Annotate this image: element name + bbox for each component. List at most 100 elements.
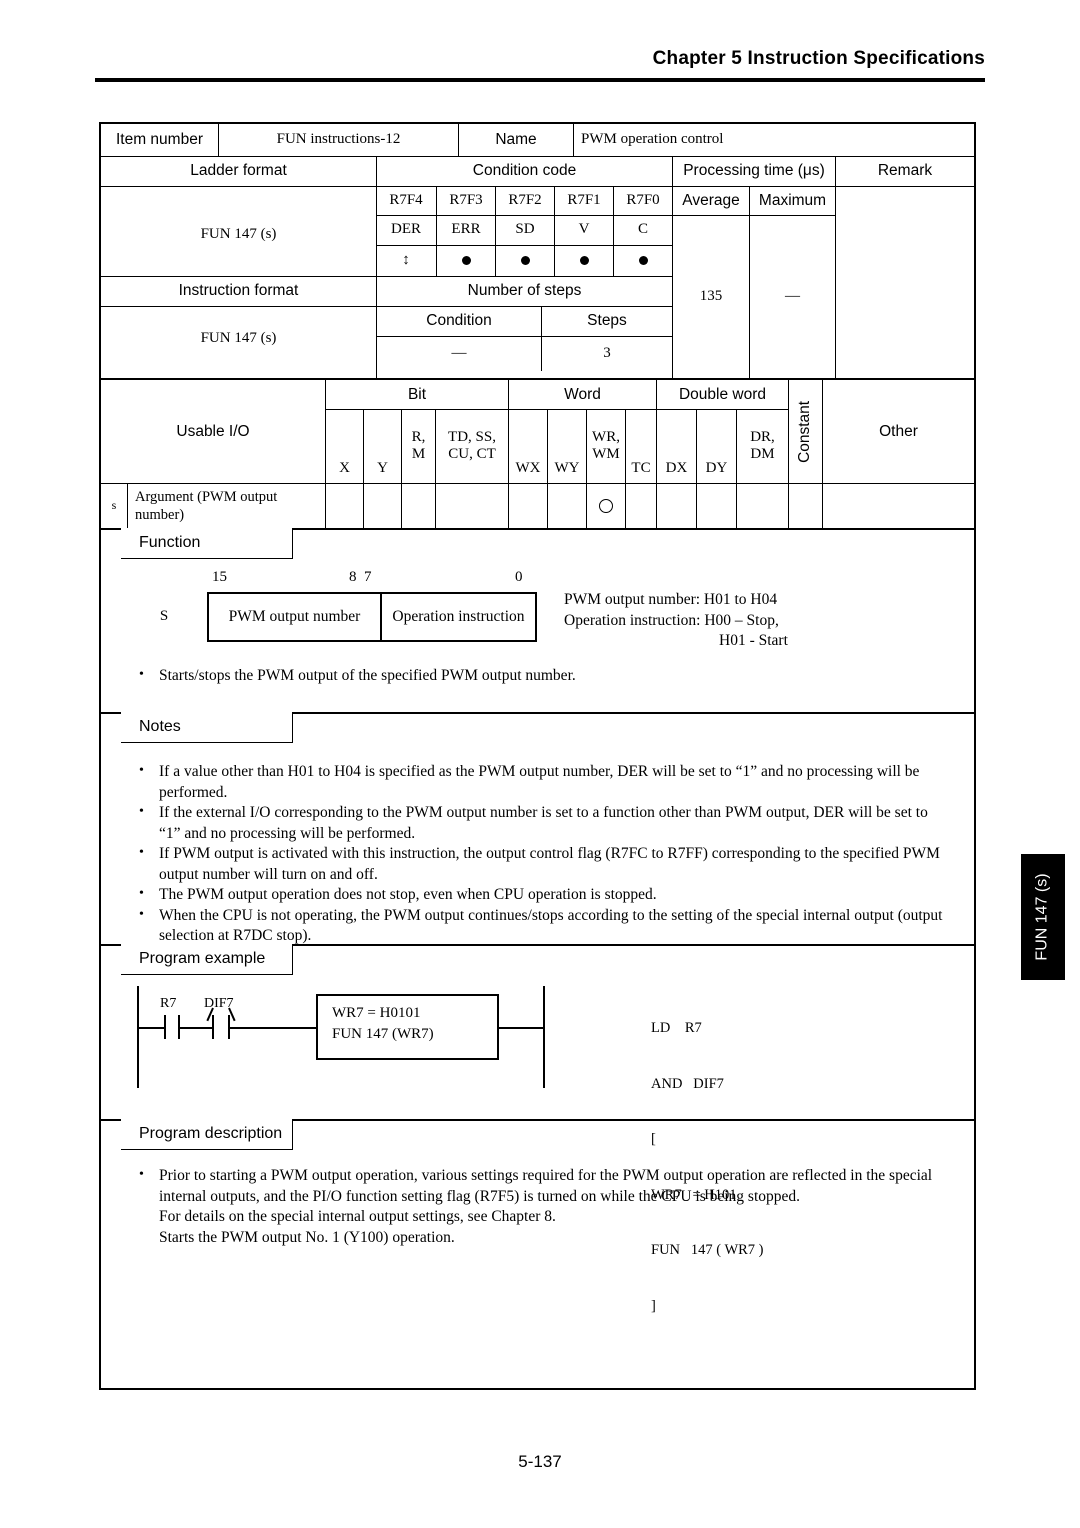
ladder-wire-segment-1: [137, 1027, 164, 1029]
condition-reg-r7f3: R7F3: [436, 186, 495, 215]
usable-io-group-double-word: Double word: [656, 380, 788, 409]
filled-dot-icon: [579, 256, 589, 265]
notes-bullet-5: When the CPU is not operating, the PWM o…: [135, 905, 953, 947]
usable-io-cell-drdm: [736, 483, 788, 528]
condition-name-der: DER: [391, 221, 421, 238]
program-description-bullets: Prior to starting a PWM output operation…: [135, 1165, 945, 1248]
mnemonic-line-3: [: [651, 1131, 656, 1147]
condition-name-sd: SD: [495, 215, 554, 245]
usable-io-cell-other: [822, 483, 974, 528]
bitfield-label-mid-right: 7: [364, 569, 372, 585]
usable-io-cell-wy: [547, 483, 586, 528]
filled-dot-icon: [461, 256, 471, 265]
section-label-program-description: Program description: [121, 1119, 293, 1150]
program-description-bullet-1: Prior to starting a PWM output operation…: [135, 1165, 945, 1248]
condition-name-v: V: [554, 215, 613, 245]
instruction-format-label: Instruction format: [178, 282, 299, 300]
filled-dot-icon: [638, 256, 648, 265]
name-label: Name: [458, 124, 573, 156]
usable-io-col-wx: WX: [508, 409, 547, 483]
usable-io-col-x: X: [325, 409, 363, 483]
average-label: Average: [672, 186, 749, 215]
section-label-notes: Notes: [121, 712, 293, 743]
bitfield-label-lsb: 0: [515, 569, 523, 585]
ladder-diagram: R7 DIF7 WR7 = H0101 FUN 147 (WR7): [129, 982, 599, 1092]
condition-reg-r7f1: R7F1: [554, 186, 613, 215]
usable-io-col-tdss: TD, SS, CU, CT: [435, 409, 508, 483]
usable-io-col-dx-line2: DX: [665, 459, 688, 476]
condition-name-err: ERR: [436, 215, 495, 245]
usable-io-col-tc-line2: TC: [631, 459, 651, 476]
condition-mark-der: ↕: [376, 245, 436, 276]
function-bullets: Starts/stops the PWM output of the speci…: [135, 665, 935, 687]
average-value: 135: [672, 215, 749, 378]
usable-io-col-drdm-line2: DM: [750, 446, 775, 462]
condition-name-c: C: [613, 215, 672, 245]
usable-io-label: Usable I/O: [176, 422, 250, 440]
usable-io-col-rm: R, M: [401, 409, 435, 483]
remark-label: Remark: [835, 156, 974, 186]
ladder-wire-segment-4: [499, 1027, 544, 1029]
usable-io-col-rm-line2: M: [411, 446, 426, 462]
usable-io-col-wrwm: WR, WM: [586, 409, 625, 483]
vline-remark: [835, 156, 836, 378]
notes-bullet-4: The PWM output operation does not stop, …: [135, 884, 953, 906]
condition-mark-err: [436, 245, 495, 276]
usable-io-col-tc: TC: [625, 409, 656, 483]
usable-io-col-dx: DX: [656, 409, 696, 483]
usable-io-cell-x: [325, 483, 363, 528]
condition-value: —: [376, 336, 541, 371]
contact-dif7-right-bar: [228, 1015, 230, 1039]
condition-reg-r7f2: R7F2: [495, 186, 554, 215]
ladder-wire-segment-2: [178, 1027, 212, 1029]
usable-io-col-tdss-line1: TD, SS,: [448, 428, 496, 445]
condition-code-label: Condition code: [376, 156, 672, 186]
usable-io-cell-constant: [788, 483, 822, 528]
mnemonic-line-6: ]: [651, 1297, 656, 1314]
availability-circle-icon: [599, 498, 613, 513]
bitfield-diagram: PWM output number Operation instruction: [207, 592, 537, 642]
section-label-function: Function: [121, 528, 293, 559]
usable-io-col-wy: WY: [547, 409, 586, 483]
usable-io-cell-wx: [508, 483, 547, 528]
header-divider: [95, 78, 985, 82]
steps-sub-label: Steps: [541, 306, 672, 336]
mnemonic-line-1: LD R7: [651, 1020, 702, 1036]
usable-io-cell-y: [363, 483, 401, 528]
usable-io-cell-dy: [696, 483, 736, 528]
usable-io-col-wrwm-line1: WR,: [592, 428, 620, 445]
function-legend: PWM output number: H01 to H04 Operation …: [564, 590, 924, 652]
instruction-spec-sheet: Item number FUN instructions-12 Name PWM…: [99, 122, 976, 1390]
usable-io-col-drdm-line1: DR,: [750, 428, 775, 445]
bitfield-label-mid-left: 8: [349, 569, 357, 585]
item-number-value: FUN instructions-12: [218, 124, 458, 156]
vline-proctime: [672, 156, 673, 378]
processing-time-label: Processing time (μs): [672, 156, 835, 186]
remark-value: [835, 186, 974, 378]
usable-io-col-dy-line2: DY: [705, 459, 728, 476]
vline-ladder: [376, 156, 377, 378]
usable-io-col-y: Y: [363, 409, 401, 483]
chapter-header: Chapter 5 Instruction Specifications: [652, 48, 985, 69]
name-value: PWM operation control: [573, 124, 974, 156]
contact-dif7-label: DIF7: [204, 996, 234, 1011]
bitfield-low-field: Operation instruction: [392, 608, 525, 625]
usable-io-group-constant: Constant: [788, 380, 822, 483]
usable-io-col-tdss-line2: CU, CT: [448, 446, 496, 462]
condition-mark-c: [613, 245, 672, 276]
condition-mark-v: [554, 245, 613, 276]
bitfield-operand-label: S: [159, 608, 169, 625]
bitfield-label-msb: 15: [212, 569, 227, 585]
side-tab-label: FUN 147 (s): [1034, 873, 1051, 961]
page-number: 5-137: [518, 1452, 562, 1471]
contact-r7-left-bar: [164, 1015, 166, 1039]
notes-bullet-1: If a value other than H01 to H04 is spec…: [135, 761, 953, 803]
usable-io-col-wrwm-line2: WM: [592, 446, 620, 462]
condition-reg-r7f0: R7F0: [613, 186, 672, 215]
ladder-left-rail: [137, 986, 139, 1088]
usable-io-group-other: Other: [822, 380, 974, 483]
steps-value: 3: [541, 336, 672, 371]
maximum-label: Maximum: [749, 186, 835, 215]
contact-dif7-left-bar: [212, 1015, 214, 1039]
usable-io-cell-tc: [625, 483, 656, 528]
